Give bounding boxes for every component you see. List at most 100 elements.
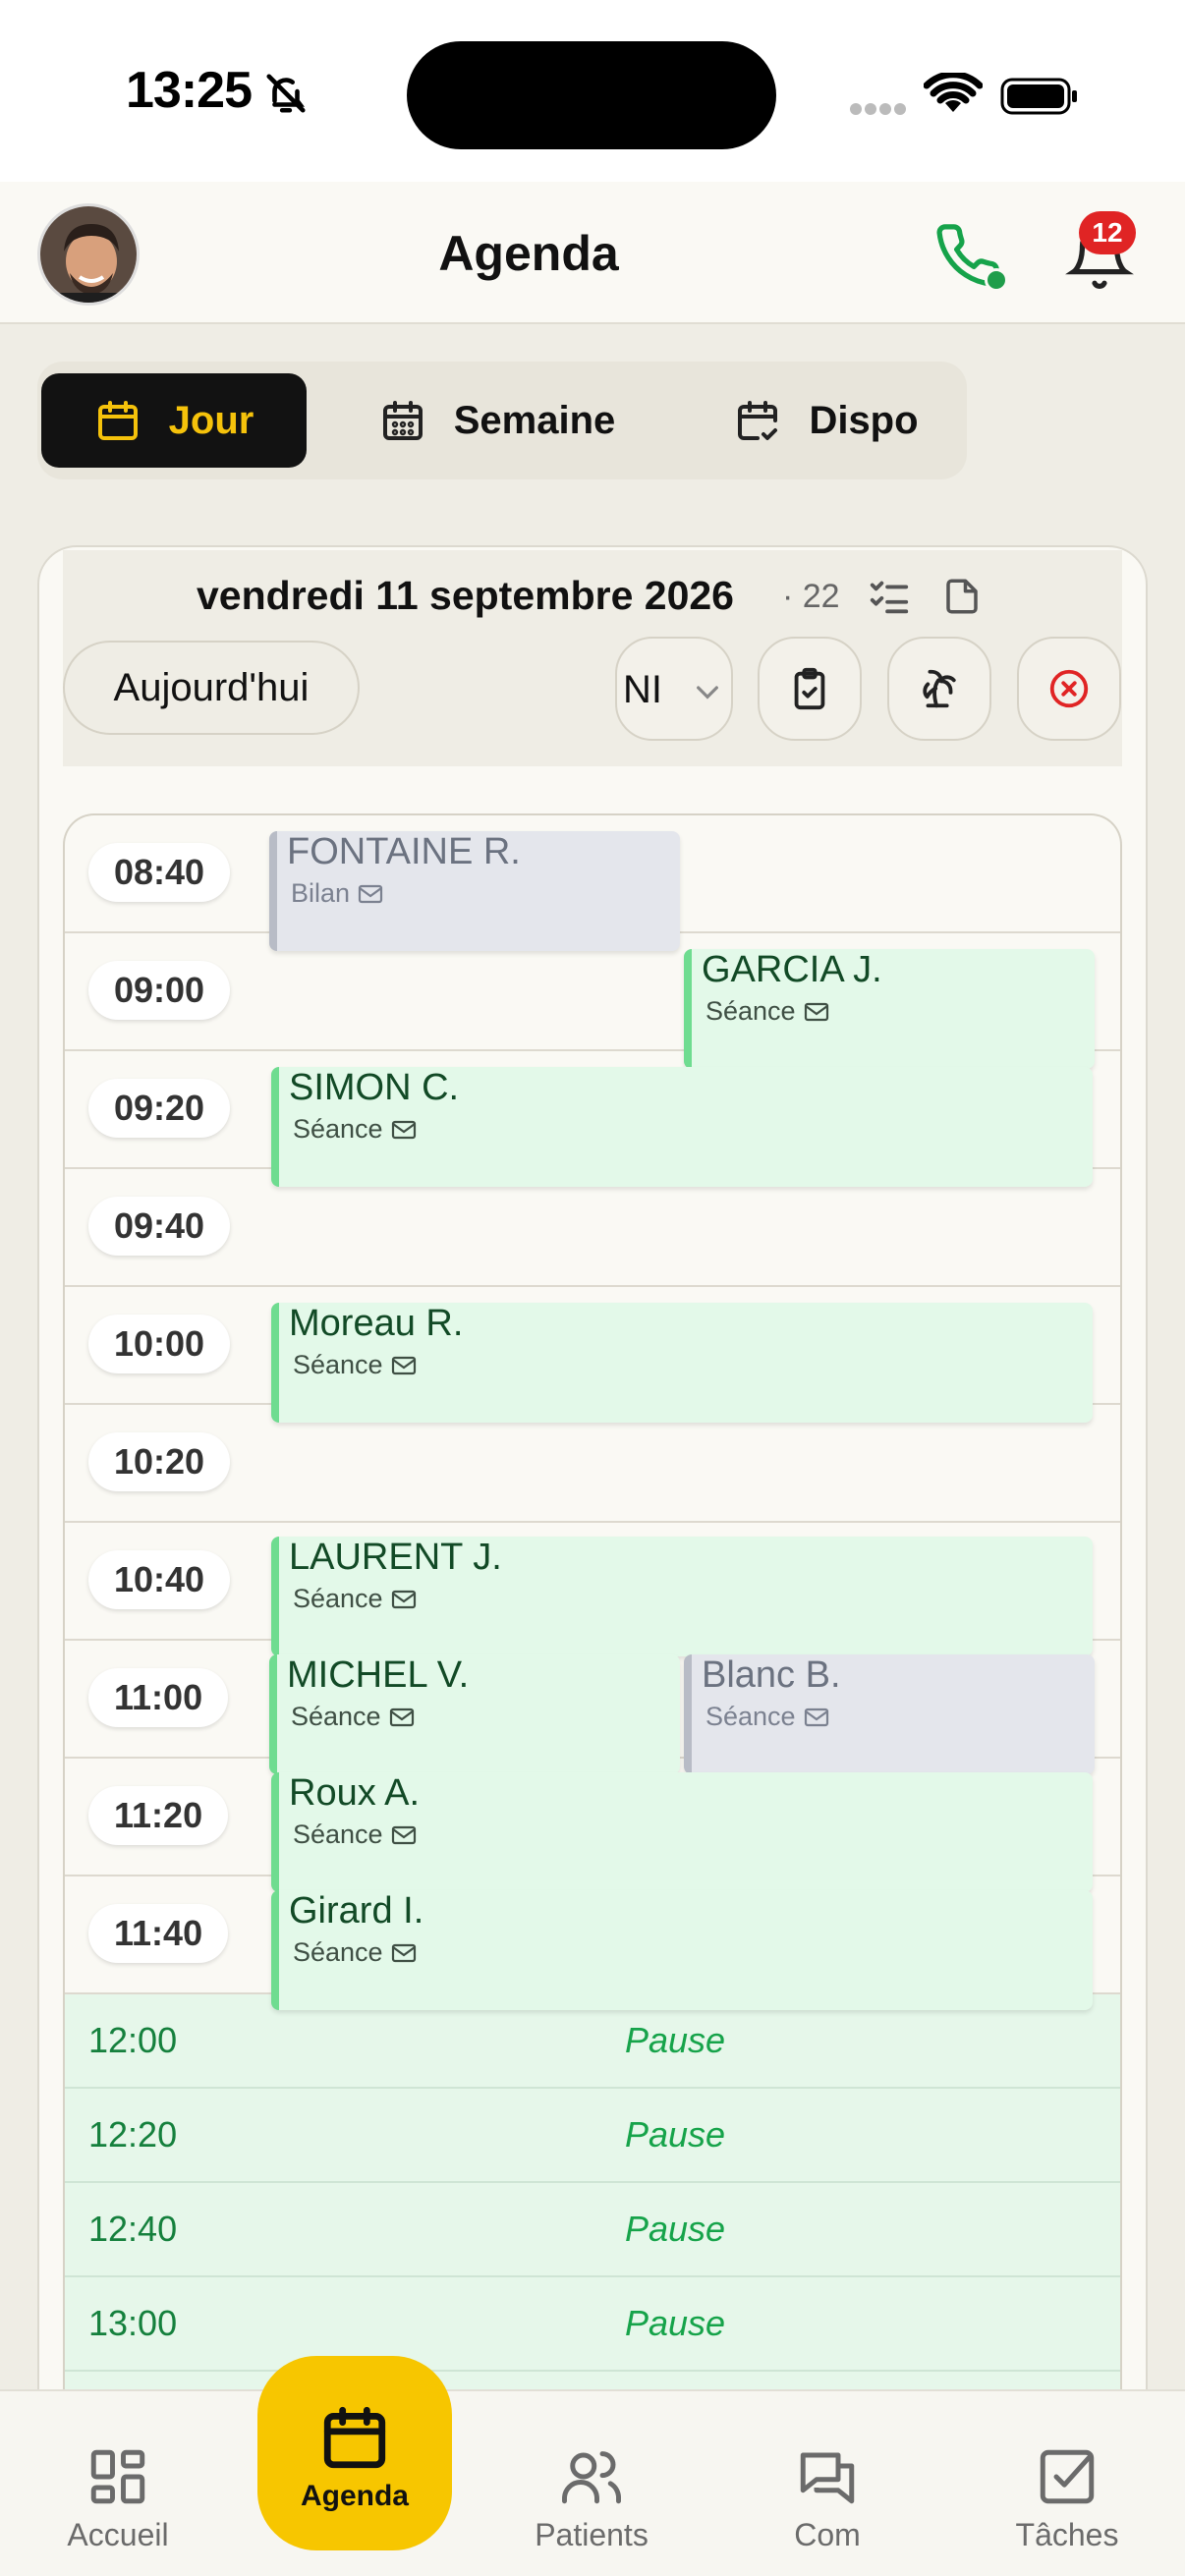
patient-name: Roux A. [289,1772,421,1814]
patient-name: SIMON C. [289,1067,460,1108]
patient-name: Blanc B. [702,1654,841,1696]
notification-badge: 12 [1079,211,1136,254]
mail-icon [391,1356,416,1374]
tab-label: Dispo [809,398,919,442]
appointment-type-label: Séance [291,1702,381,1731]
clipboard-check-button[interactable] [758,637,862,741]
checklist-icon[interactable] [867,574,912,619]
appointment-count: · 22 [782,578,840,615]
time-label: 10:20 [88,1432,231,1491]
appointment-type: Séance [705,1702,829,1732]
signal-icon [850,103,906,115]
appointment-card[interactable]: Moreau R. Séance [271,1303,1093,1423]
tab-label: Jour [168,398,254,442]
vacation-button[interactable] [887,637,991,741]
users-icon [562,2451,621,2504]
pause-time: 12:20 [88,2114,178,2155]
patient-name: Girard I. [289,1890,424,1932]
appointment-type-label: Séance [293,1937,383,1967]
appointment-card[interactable]: Roux A. Séance [271,1772,1093,1892]
mail-icon [804,1708,828,1726]
current-date: vendredi 11 septembre 2026 [197,573,734,618]
clipboard-check-icon [794,667,825,710]
nav-com[interactable]: Com [729,2444,926,2553]
appointment-type-label: Séance [293,1114,383,1144]
schedule-grid: 08:40 09:00 09:20 09:40 10:00 10:20 10:4… [63,813,1122,2576]
checkbox-icon [1040,2449,1095,2504]
nav-accueil[interactable]: Accueil [20,2444,216,2553]
nav-label: Agenda [300,2480,409,2512]
online-status-dot [985,268,1008,292]
dynamic-island [407,41,776,149]
appointment-card[interactable]: SIMON C. Séance [271,1067,1093,1187]
pause-time: 12:00 [88,2020,178,2060]
time-label: 10:00 [88,1315,231,1373]
appointment-card[interactable]: GARCIA J. Séance [684,949,1095,1069]
pause-row: 12:40 Pause [65,2183,1120,2277]
mail-icon [391,1120,416,1139]
file-icon[interactable] [941,574,983,619]
appointment-card[interactable]: FONTAINE R. Bilan [269,831,680,951]
appointment-card[interactable]: MICHEL V. Séance [269,1654,680,1774]
battery-icon [1000,78,1077,115]
appointment-type-label: Séance [293,1350,383,1379]
time-label: 09:00 [88,961,231,1020]
app-header: Agenda 12 [0,182,1185,324]
time-row[interactable]: 10:20 [65,1405,1120,1523]
pause-row: 13:00 Pause [65,2277,1120,2372]
mail-icon [358,884,383,903]
tab-dispo[interactable]: Dispo [694,373,959,468]
appointment-card[interactable]: LAURENT J. Séance [271,1537,1093,1656]
pause-label: Pause [625,2303,726,2343]
calendar-check-icon [738,401,778,440]
patient-name: GARCIA J. [702,949,882,990]
appointment-type: Séance [293,1820,417,1850]
bottom-nav: Accueil Patients Com Tâches [0,2389,1185,2576]
page-title: Agenda [438,226,619,281]
patient-name: MICHEL V. [287,1654,470,1696]
mail-icon [391,1943,416,1962]
appointment-card[interactable]: Girard I. Séance [271,1890,1093,2010]
time-row[interactable]: 09:40 [65,1169,1120,1287]
time-label: 11:00 [88,1668,229,1727]
patient-name: Moreau R. [289,1303,464,1344]
view-tabs: Jour Semaine Dispo [37,362,967,479]
nav-agenda[interactable]: Agenda [257,2356,452,2550]
status-bar: 13:25 [0,0,1185,182]
chat-icon [800,2452,855,2504]
mail-icon [391,1825,416,1844]
tab-semaine[interactable]: Semaine [350,373,645,468]
status-time: 13:25 [126,62,253,119]
today-button[interactable]: Aujourd'hui [63,641,360,735]
pause-label: Pause [625,2209,726,2249]
time-label: 08:40 [88,843,231,902]
time-label: 11:20 [88,1786,229,1845]
appointment-type-label: Séance [705,1702,796,1731]
tab-label: Semaine [453,398,616,442]
appointment-type-label: Bilan [291,878,351,908]
time-label: 11:40 [88,1904,229,1963]
mail-icon [391,1590,416,1608]
cancel-button[interactable] [1017,637,1121,741]
nav-label: Patients [535,2517,649,2552]
calendar-icon [97,401,138,440]
pause-label: Pause [625,2114,726,2155]
appointment-card[interactable]: Blanc B. Séance [684,1654,1095,1774]
nav-patients[interactable]: Patients [493,2444,690,2553]
appointment-type: Bilan [291,878,383,909]
select-value: NI [623,668,662,711]
practitioner-select[interactable]: NI [615,637,733,741]
appointment-type: Séance [291,1702,415,1732]
appointment-type: Séance [705,996,829,1027]
time-label: 09:20 [88,1079,231,1138]
nav-taches[interactable]: Tâches [969,2444,1165,2553]
nav-label: Tâches [1015,2517,1119,2552]
pause-label: Pause [625,2020,726,2060]
calendar-icon [323,2406,386,2469]
appointment-type: Séance [293,1584,417,1614]
grid-icon [90,2449,145,2504]
close-circle-icon [1049,669,1089,708]
bell-muted-icon [266,74,306,113]
appointment-type-label: Séance [293,1820,383,1849]
tab-jour[interactable]: Jour [41,373,307,468]
